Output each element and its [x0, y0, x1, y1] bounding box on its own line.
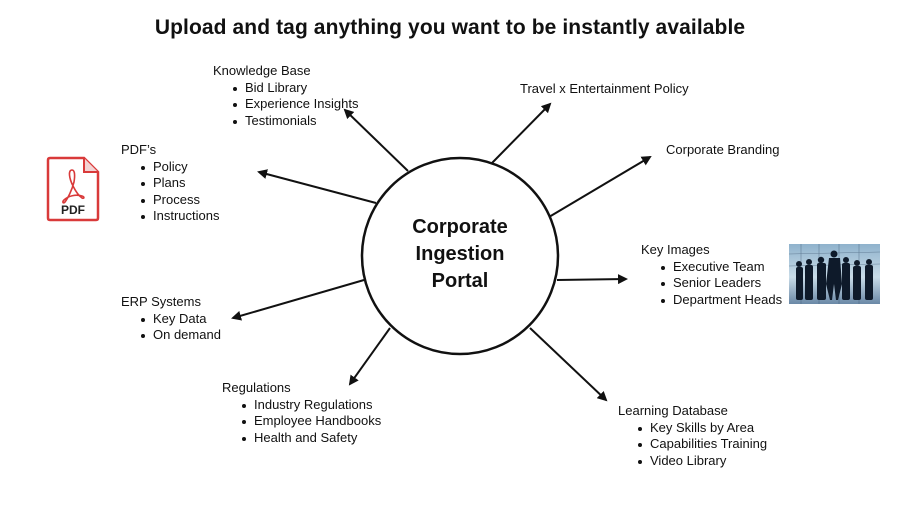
node-heading: Travel x Entertainment Policy [520, 81, 689, 96]
arrow-regulations [348, 327, 391, 386]
arrow-learning [529, 327, 608, 402]
node-branding: Corporate Branding [666, 142, 779, 159]
list-item: Testimonials [233, 113, 358, 130]
hub-label: Corporate Ingestion Portal [370, 214, 550, 295]
node-regulations: Regulations Industry Regulations Employe… [222, 380, 381, 446]
node-pdfs: PDF’s Policy Plans Process Instructions [121, 142, 219, 225]
arrow-travel [491, 102, 552, 164]
node-erp: ERP Systems Key Data On demand [121, 294, 221, 344]
node-key-images: Key Images Executive Team Senior Leaders… [641, 242, 782, 308]
list-item: Plans [141, 175, 219, 192]
hub-line-2: Ingestion [415, 243, 505, 265]
pdf-file-icon: PDF [46, 156, 100, 222]
list-item: Senior Leaders [661, 275, 782, 292]
node-learning: Learning Database Key Skills by Area Cap… [618, 403, 767, 469]
list-item: Key Skills by Area [638, 420, 767, 437]
silhouettes-icon [789, 244, 880, 304]
list-item: Capabilities Training [638, 436, 767, 453]
node-heading: PDF’s [121, 142, 157, 157]
arrow-pdfs [257, 169, 377, 204]
list-item: Executive Team [661, 259, 782, 276]
list-item: Process [141, 192, 219, 209]
list-item: Department Heads [661, 292, 782, 309]
node-knowledge-base: Knowledge Base Bid Library Experience In… [213, 63, 358, 129]
list-item: Video Library [638, 453, 767, 470]
list-item: Policy [141, 159, 219, 176]
arrow-branding [548, 155, 652, 218]
node-heading: ERP Systems [121, 294, 201, 309]
node-heading: Regulations [222, 380, 291, 395]
hub-line-3: Portal [431, 270, 489, 292]
list-item: Experience Insights [233, 96, 358, 113]
list-item: On demand [141, 327, 221, 344]
node-heading: Knowledge Base [213, 63, 311, 78]
list-item: Key Data [141, 311, 221, 328]
list-item: Health and Safety [242, 430, 381, 447]
hub-line-1: Corporate [412, 216, 508, 238]
list-item: Employee Handbooks [242, 413, 381, 430]
arrow-key-images [556, 274, 628, 285]
list-item: Instructions [141, 208, 219, 225]
node-heading: Learning Database [618, 403, 728, 418]
node-heading: Corporate Branding [666, 142, 780, 157]
node-heading: Key Images [641, 242, 710, 257]
executive-team-photo [789, 244, 880, 304]
pdf-icon-label: PDF [61, 203, 85, 217]
arrow-erp [231, 279, 365, 321]
list-item: Industry Regulations [242, 397, 381, 414]
node-travel: Travel x Entertainment Policy [520, 81, 689, 98]
list-item: Bid Library [233, 80, 358, 97]
